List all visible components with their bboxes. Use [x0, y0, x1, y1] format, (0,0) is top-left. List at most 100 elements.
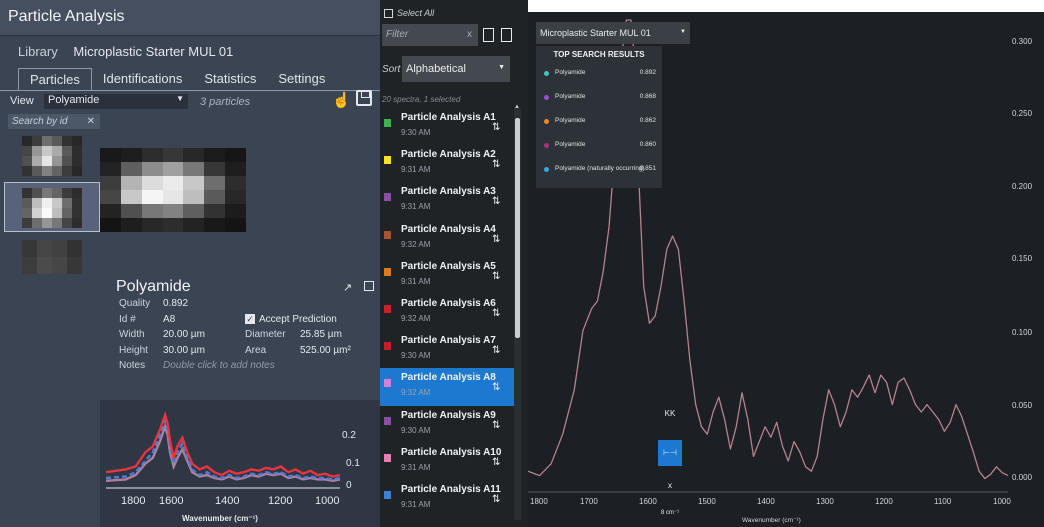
- list-item[interactable]: Particle Analysis A4 9:32 AM ⇅: [380, 220, 514, 257]
- search-result-row[interactable]: Polyamide 0.860: [544, 140, 656, 152]
- list-item[interactable]: Particle Analysis A3 9:31 AM ⇅: [380, 182, 514, 219]
- spectra-list-panel: Select All Filter x Sort Alphabetical ▼ …: [380, 0, 528, 527]
- y-tick: 0.100: [1012, 328, 1033, 337]
- sort-label: Sort: [382, 64, 401, 75]
- particle-thumbnail-1[interactable]: [22, 136, 82, 176]
- sort-arrow-icon[interactable]: ⇅: [492, 457, 500, 468]
- mini-x-tick: 1400: [215, 495, 239, 507]
- color-swatch: [384, 156, 391, 165]
- color-swatch: [384, 490, 391, 499]
- panel-tabs: Particles Identifications Statistics Set…: [18, 68, 336, 90]
- id-label: Id #: [119, 314, 136, 325]
- library-select-value: Microplastic Starter MUL 01: [540, 28, 651, 38]
- x-cursor-button[interactable]: x: [660, 476, 680, 496]
- mini-x-tick: 1800: [121, 495, 145, 507]
- height-label: Height: [119, 345, 148, 356]
- edit-icon[interactable]: [364, 281, 374, 291]
- view-select[interactable]: Polyamide ▼: [44, 94, 188, 109]
- sort-arrow-icon[interactable]: ⇅: [492, 420, 500, 431]
- chevron-down-icon: ▼: [176, 94, 184, 103]
- list-item-name: Particle Analysis A9: [401, 409, 496, 421]
- mini-y-tick: 0: [346, 480, 352, 491]
- list-item-time: 9:32 AM: [401, 388, 431, 398]
- search-result-row[interactable]: Polyamide 0.892: [544, 68, 656, 80]
- list-item-name: Particle Analysis A1: [401, 112, 496, 123]
- particle-thumbnail-2[interactable]: [22, 188, 82, 228]
- color-swatch: [384, 304, 391, 313]
- sort-arrow-icon[interactable]: ⇅: [492, 345, 500, 356]
- list-item-time: 9:31 AM: [401, 202, 431, 212]
- color-swatch: [384, 119, 391, 127]
- panel-title: Particle Analysis: [8, 8, 125, 25]
- hand-pointer-icon[interactable]: ☝: [332, 91, 351, 109]
- x-tick: 1100: [934, 497, 952, 506]
- color-swatch: [384, 379, 391, 388]
- list-item[interactable]: Particle Analysis A2 9:31 AM ⇅: [380, 145, 514, 182]
- sort-arrow-icon[interactable]: ⇅: [492, 308, 500, 319]
- search-placeholder: Search by id: [12, 116, 68, 127]
- list-item[interactable]: Particle Analysis A9 9:30 AM ⇅: [380, 406, 514, 443]
- external-link-icon[interactable]: ↗: [343, 281, 352, 294]
- diameter-value: 25.85 µm: [300, 329, 342, 340]
- sort-select[interactable]: Alphabetical ▼: [402, 56, 510, 82]
- library-select[interactable]: Microplastic Starter MUL 01 ▼: [536, 22, 690, 44]
- notes-field[interactable]: Double click to add notes: [163, 360, 275, 371]
- tab-settings[interactable]: Settings: [267, 68, 336, 90]
- search-results-panel: TOP SEARCH RESULTS Polyamide 0.892 Polyami…: [536, 46, 662, 188]
- sort-arrow-icon[interactable]: ⇅: [492, 494, 500, 505]
- y-tick: 0.200: [1012, 182, 1033, 191]
- range-select-icon[interactable]: ⊢⊣: [658, 440, 682, 466]
- list-item-name: Particle Analysis A5: [401, 260, 496, 272]
- mini-y-tick: 0.1: [346, 458, 360, 469]
- scroll-up-icon[interactable]: ▲: [514, 104, 520, 110]
- search-result-row[interactable]: Polyamide 0.862: [544, 116, 656, 128]
- search-by-id-input[interactable]: Search by id ✕: [8, 114, 100, 129]
- y-tick: 0.250: [1012, 109, 1033, 118]
- sort-arrow-icon[interactable]: ⇅: [492, 382, 500, 393]
- list-item[interactable]: Particle Analysis A8 9:32 AM ⇅: [380, 368, 514, 406]
- list-item-name: Particle Analysis A2: [401, 149, 496, 161]
- document-icon[interactable]: [483, 28, 494, 42]
- list-item[interactable]: Particle Analysis A11 9:31 AM ⇅: [380, 480, 514, 517]
- result-color-dot: [544, 119, 549, 124]
- accept-prediction-checkbox[interactable]: ✓: [245, 314, 255, 324]
- list-item[interactable]: Particle Analysis A6 9:32 AM ⇅: [380, 294, 514, 331]
- filter-clear-icon[interactable]: x: [467, 29, 472, 40]
- result-name: Polyamide (naturally occurring): [555, 165, 645, 172]
- list-item[interactable]: Particle Analysis A1 9:30 AM ⇅: [380, 108, 514, 145]
- search-result-row[interactable]: Polyamide 0.868: [544, 92, 656, 104]
- result-score: 0.868: [639, 93, 656, 100]
- search-clear-icon[interactable]: ✕: [87, 114, 95, 129]
- width-value: 20.00 µm: [163, 329, 205, 340]
- sort-arrow-icon[interactable]: ⇅: [492, 122, 500, 133]
- list-item[interactable]: Particle Analysis A7 9:30 AM ⇅: [380, 331, 514, 368]
- tab-identifications[interactable]: Identifications: [92, 68, 194, 90]
- sort-arrow-icon[interactable]: ⇅: [492, 234, 500, 245]
- filter-input[interactable]: Filter x: [382, 24, 478, 46]
- x-axis-label: Wavenumber (cm⁻¹): [742, 517, 801, 524]
- select-all-checkbox[interactable]: Select All: [384, 8, 434, 19]
- result-color-dot: [544, 143, 549, 148]
- kk-transform-button[interactable]: KK: [660, 404, 680, 424]
- library-value: Microplastic Starter MUL 01: [73, 44, 234, 59]
- result-score: 0.892: [639, 69, 656, 76]
- list-scrollbar-thumb[interactable]: [515, 118, 520, 338]
- list-item[interactable]: Particle Analysis A10 9:31 AM ⇅: [380, 443, 514, 480]
- list-item-time: 9:30 AM: [401, 351, 431, 361]
- add-document-icon[interactable]: [501, 28, 512, 42]
- sort-arrow-icon[interactable]: ⇅: [492, 271, 500, 282]
- particle-image-preview: [100, 148, 246, 232]
- width-label: Width: [119, 329, 145, 340]
- sort-arrow-icon[interactable]: ⇅: [492, 196, 500, 207]
- save-icon[interactable]: [356, 90, 372, 106]
- list-item[interactable]: Particle Analysis A5 9:31 AM ⇅: [380, 257, 514, 294]
- sort-arrow-icon[interactable]: ⇅: [492, 159, 500, 170]
- tab-statistics[interactable]: Statistics: [193, 68, 267, 90]
- search-result-row[interactable]: Polyamide (naturally occurring) 0.851: [544, 164, 656, 176]
- x-tick: 1400: [757, 497, 775, 506]
- list-item-name: Particle Analysis A8: [401, 372, 496, 384]
- list-item-time: 9:31 AM: [401, 165, 431, 175]
- particle-thumbnail-3[interactable]: [22, 240, 82, 274]
- view-select-value: Polyamide: [48, 94, 100, 106]
- tab-particles[interactable]: Particles: [18, 68, 92, 90]
